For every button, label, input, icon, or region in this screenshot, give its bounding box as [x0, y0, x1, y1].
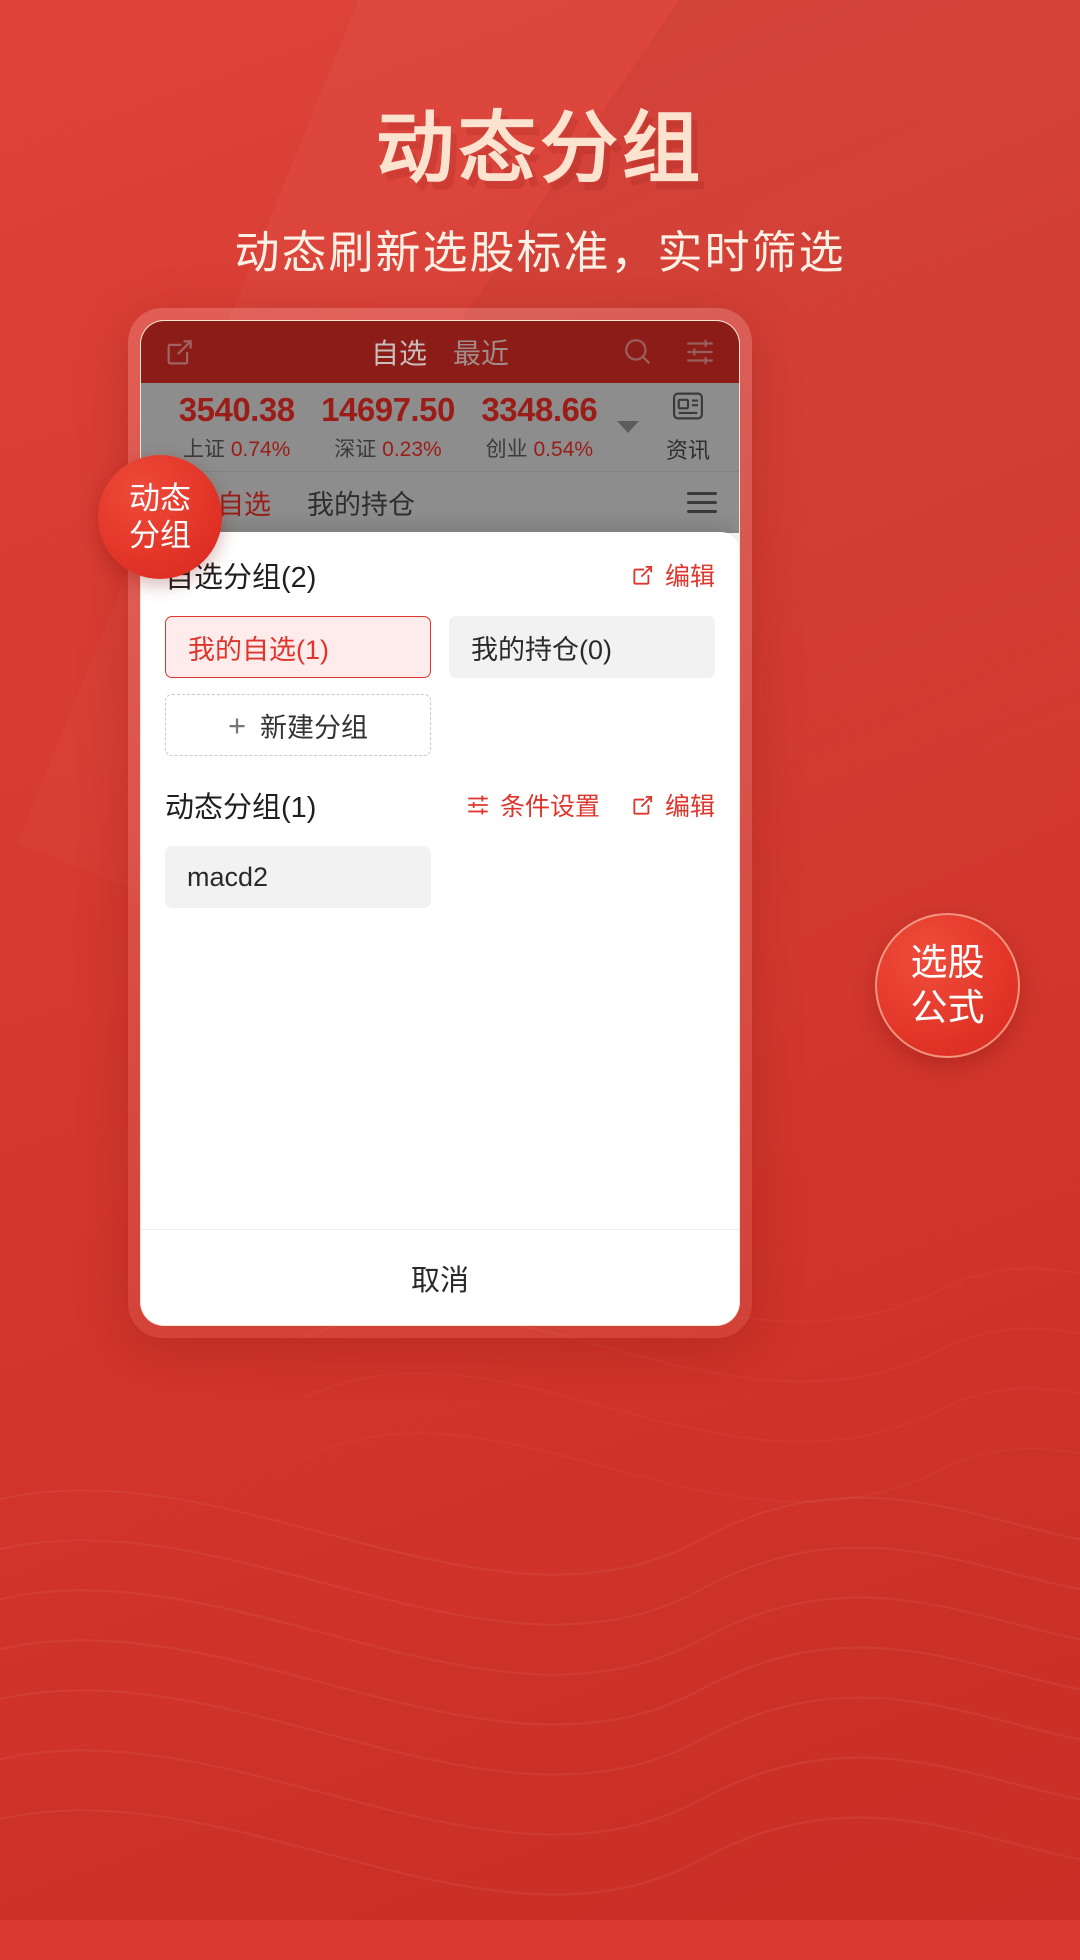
- index-item-chuangye[interactable]: 3348.66 创业 0.54%: [464, 391, 615, 463]
- hero-text-block: 动态分组 动态刷新选股标准，实时筛选: [0, 104, 1080, 281]
- badge-line-2: 分组: [129, 518, 191, 553]
- edit-pencil-icon: [633, 795, 653, 815]
- edit-square-icon[interactable]: [163, 335, 197, 369]
- edit-watchlist-groups-button[interactable]: 编辑: [630, 557, 715, 593]
- index-subline: 深证 0.23%: [312, 433, 463, 463]
- tab-zixuan[interactable]: 自选: [371, 332, 427, 372]
- edit-dynamic-groups-button[interactable]: 编辑: [630, 787, 715, 823]
- index-subline: 上证 0.74%: [161, 433, 312, 463]
- index-name: 上证: [182, 438, 225, 461]
- index-bar: 3540.38 上证 0.74% 14697.50 深证 0.23% 3348.…: [141, 383, 739, 471]
- index-item-shenzhen[interactable]: 14697.50 深证 0.23%: [312, 391, 463, 463]
- badge-line-1: 选股: [910, 942, 985, 984]
- app-header: 自选 最近: [141, 321, 739, 383]
- badge-stock-formula: 选股 公式: [875, 913, 1020, 1058]
- plus-icon: +: [227, 707, 247, 743]
- condition-settings-button[interactable]: 条件设置: [465, 787, 600, 823]
- search-icon[interactable]: [621, 335, 655, 369]
- watchlist-group-chips: 我的自选(1) 我的持仓(0) + 新建分组: [165, 616, 715, 756]
- index-change: 0.74%: [230, 438, 291, 461]
- index-value: 14697.50: [321, 391, 455, 428]
- index-change: 0.23%: [382, 438, 442, 461]
- new-group-label: 新建分组: [260, 712, 369, 743]
- index-name: 创业: [485, 438, 528, 461]
- watchlist-groups-actions: 编辑: [630, 557, 715, 593]
- group-chip-my-holdings[interactable]: 我的持仓(0): [449, 616, 715, 678]
- new-group-button[interactable]: + 新建分组: [165, 694, 431, 756]
- index-change: 0.54%: [533, 438, 594, 461]
- group-selector-sheet: 自选分组(2) 编辑 我的自选(1) 我的持仓(0) + 新建分组 动态分组(1…: [141, 532, 739, 1325]
- page-subtitle: 动态刷新选股标准，实时筛选: [234, 226, 846, 278]
- group-chip-macd2[interactable]: macd2: [165, 846, 431, 908]
- sliders-icon[interactable]: [683, 335, 717, 369]
- news-label: 资讯: [665, 438, 710, 463]
- index-value: 3348.66: [481, 391, 598, 428]
- edit-label: 编辑: [664, 793, 715, 821]
- caret-down-icon[interactable]: [616, 421, 639, 433]
- watchlist-groups-header: 自选分组(2) 编辑: [165, 554, 715, 596]
- badge-line-1: 动态: [129, 480, 191, 516]
- sliders-icon: [468, 795, 488, 815]
- index-value: 3540.38: [178, 391, 295, 428]
- index-item-shanghai[interactable]: 3540.38 上证 0.74%: [161, 391, 312, 463]
- tab-zuijin[interactable]: 最近: [453, 332, 509, 372]
- group-chip-my-watchlist[interactable]: 我的自选(1): [165, 616, 431, 678]
- dynamic-groups-title: 动态分组(1): [165, 792, 317, 824]
- badge-line-2: 公式: [910, 986, 985, 1028]
- index-subline: 创业 0.54%: [464, 433, 615, 463]
- dynamic-group-chips: macd2: [165, 846, 715, 908]
- condition-settings-label: 条件设置: [499, 793, 600, 821]
- page-title: 动态分组: [375, 104, 704, 192]
- header-actions: [621, 335, 717, 369]
- cancel-button[interactable]: 取消: [141, 1229, 739, 1325]
- index-name: 深证: [334, 438, 377, 461]
- hamburger-icon[interactable]: [687, 492, 717, 513]
- phone-screen: 自选 最近 3540.38 上证 0.74% 14697.50 深证 0.23%…: [140, 320, 740, 1326]
- edit-pencil-icon: [633, 565, 653, 585]
- news-icon: [672, 392, 703, 420]
- sheet-body: 自选分组(2) 编辑 我的自选(1) 我的持仓(0) + 新建分组 动态分组(1…: [141, 532, 739, 1229]
- sub-tab-my-holdings[interactable]: 我的持仓: [307, 483, 415, 522]
- sub-tab-bar: 我的自选 我的持仓: [141, 471, 739, 533]
- dynamic-groups-actions: 条件设置 编辑: [465, 787, 715, 823]
- badge-dynamic-group: 动态 分组: [98, 455, 222, 579]
- news-button[interactable]: 资讯: [651, 389, 725, 465]
- phone-mockup: 自选 最近 3540.38 上证 0.74% 14697.50 深证 0.23%…: [128, 308, 752, 1338]
- edit-label: 编辑: [664, 563, 715, 591]
- dynamic-groups-header: 动态分组(1) 条件设置 编辑: [165, 784, 715, 826]
